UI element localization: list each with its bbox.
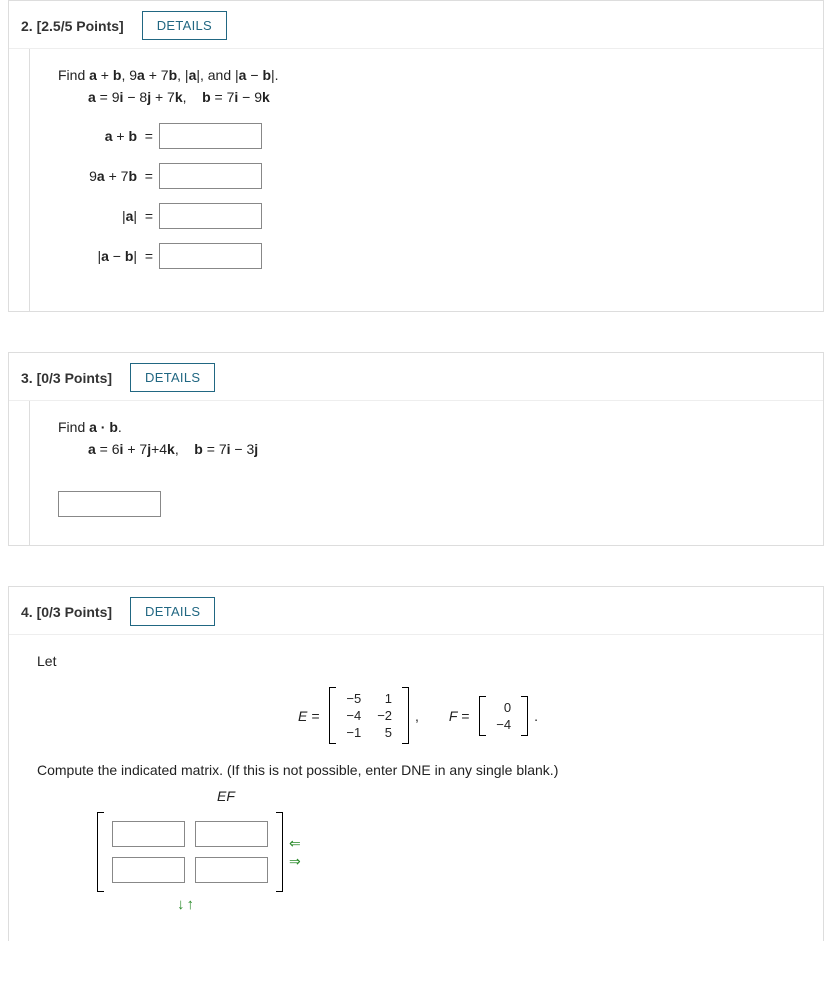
- question-number-points: 3. [0/3 Points]: [21, 370, 112, 386]
- comma: ,: [415, 708, 419, 724]
- matrix-E: −51 −4−2 −15: [329, 687, 409, 744]
- given-vectors: a = 9i − 8j + 7k, b = 7i − 9k: [88, 89, 795, 105]
- answer-row: |a − b| =: [58, 243, 795, 269]
- answer-input[interactable]: [159, 203, 262, 229]
- matrix-answer-input[interactable]: [112, 821, 185, 847]
- matrix-cell: 1: [369, 690, 400, 707]
- matrix-cell: −4: [338, 707, 369, 724]
- question-header: 2. [2.5/5 Points] DETAILS: [9, 1, 823, 49]
- answer-row: 9a + 7b =: [58, 163, 795, 189]
- matrix-answer-input[interactable]: [112, 857, 185, 883]
- let-label: Let: [37, 653, 795, 669]
- answer-input[interactable]: [159, 163, 262, 189]
- answer-label: a + b =: [58, 128, 159, 144]
- matrix-label: E =: [294, 708, 323, 724]
- question-prompt: Find a · b.: [58, 419, 795, 435]
- question-body: Find a · b. a = 6i + 7j+4k, b = 7i − 3j: [29, 401, 823, 545]
- row-arrows[interactable]: ↓↑: [177, 896, 795, 913]
- remove-column-icon[interactable]: ⇐: [289, 836, 301, 850]
- result-label: EF: [217, 788, 795, 804]
- matrix-cell: −1: [338, 724, 369, 741]
- matrix-answer-input[interactable]: [195, 857, 268, 883]
- matrix-cell: −4: [488, 716, 519, 733]
- period: .: [534, 708, 538, 724]
- matrix-cell: 0: [488, 699, 519, 716]
- answer-row: a + b =: [58, 123, 795, 149]
- instruction-text: Compute the indicated matrix. (If this i…: [37, 762, 795, 778]
- matrix-answer-area: ⇐ ⇒: [97, 812, 795, 892]
- column-arrows[interactable]: ⇐ ⇒: [289, 836, 301, 868]
- question-body: Let E = −51 −4−2 −15 , F =: [9, 635, 823, 941]
- matrix-label: F =: [445, 708, 473, 724]
- answer-label: |a − b| =: [58, 248, 159, 264]
- matrix-cell: 5: [369, 724, 400, 741]
- details-button[interactable]: DETAILS: [142, 11, 227, 40]
- answer-input[interactable]: [58, 491, 161, 517]
- matrix-definition-line: E = −51 −4−2 −15 , F = 0: [294, 687, 538, 744]
- matrix-F: 0 −4: [479, 696, 528, 736]
- add-row-icon[interactable]: ↓: [177, 896, 187, 913]
- question-header: 4. [0/3 Points] DETAILS: [9, 587, 823, 635]
- question-4: 4. [0/3 Points] DETAILS Let E = −51 −4−2…: [8, 586, 824, 941]
- answer-input[interactable]: [159, 243, 262, 269]
- details-button[interactable]: DETAILS: [130, 597, 215, 626]
- matrix-cell: −5: [338, 690, 369, 707]
- answer-label: 9a + 7b =: [58, 168, 159, 184]
- add-column-icon[interactable]: ⇒: [289, 854, 301, 868]
- answer-label: |a| =: [58, 208, 159, 224]
- matrix-cell: −2: [369, 707, 400, 724]
- question-3: 3. [0/3 Points] DETAILS Find a · b. a = …: [8, 352, 824, 546]
- question-2: 2. [2.5/5 Points] DETAILS Find a + b, 9a…: [8, 0, 824, 312]
- question-body: Find a + b, 9a + 7b, |a|, and |a − b|. a…: [29, 49, 823, 311]
- answer-matrix: [97, 812, 283, 892]
- question-prompt: Find a + b, 9a + 7b, |a|, and |a − b|.: [58, 67, 795, 83]
- question-number-points: 4. [0/3 Points]: [21, 604, 112, 620]
- answer-row: |a| =: [58, 203, 795, 229]
- answer-input[interactable]: [159, 123, 262, 149]
- question-number-points: 2. [2.5/5 Points]: [21, 18, 124, 34]
- question-header: 3. [0/3 Points] DETAILS: [9, 353, 823, 401]
- matrix-answer-input[interactable]: [195, 821, 268, 847]
- given-vectors: a = 6i + 7j+4k, b = 7i − 3j: [88, 441, 795, 457]
- details-button[interactable]: DETAILS: [130, 363, 215, 392]
- remove-row-icon[interactable]: ↑: [187, 896, 197, 913]
